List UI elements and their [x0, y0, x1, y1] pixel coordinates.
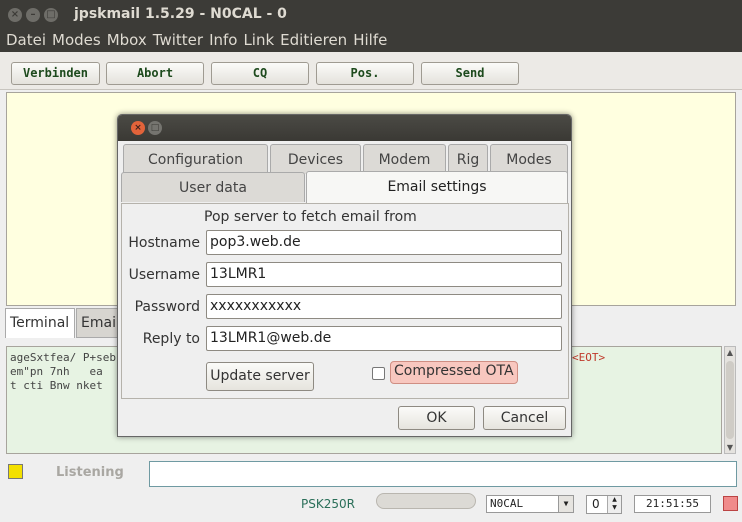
tab-modes[interactable]: Modes — [490, 144, 568, 174]
tab-rig[interactable]: Rig — [448, 144, 488, 174]
menu-bar: Datei Modes Mbox Twitter Info Link Editi… — [0, 30, 742, 52]
minimize-icon[interactable]: – — [26, 8, 40, 22]
eot-marker: <EOT> — [572, 351, 606, 364]
compressed-ota-label[interactable]: Compressed OTA — [390, 361, 518, 384]
menu-link[interactable]: Link — [243, 30, 274, 52]
settings-dialog: × □ Configuration Devices Modem Rig Mode… — [117, 114, 572, 437]
close-icon[interactable]: × — [8, 8, 22, 22]
spinner-value: 0 — [592, 497, 600, 511]
dialog-titlebar: × □ — [118, 115, 571, 141]
transmit-input[interactable] — [149, 461, 737, 487]
window-titlebar: × – □ jpskmail 1.5.29 - N0CAL - 0 — [0, 0, 742, 30]
replyto-field[interactable]: 13LMR1@web.de — [206, 326, 562, 351]
send-button[interactable]: Send — [421, 62, 519, 85]
password-label: Password — [134, 299, 200, 315]
ok-button[interactable]: OK — [398, 406, 475, 430]
chevron-down-icon[interactable]: ▼ — [558, 496, 573, 512]
callsign-select[interactable]: N0CAL ▼ — [486, 495, 574, 513]
tx-led — [723, 496, 738, 511]
compressed-ota-checkbox[interactable] — [372, 367, 385, 380]
channel-spinner[interactable]: 0 ▲ ▼ — [586, 495, 622, 514]
status-led — [8, 464, 23, 479]
menu-datei[interactable]: Datei — [6, 30, 46, 52]
maximize-icon[interactable]: □ — [44, 8, 58, 22]
tab-terminal[interactable]: Terminal — [5, 308, 75, 338]
scroll-up-icon[interactable]: ▲ — [725, 348, 735, 357]
cancel-button[interactable]: Cancel — [483, 406, 566, 430]
menu-hilfe[interactable]: Hilfe — [353, 30, 387, 52]
scroll-down-icon[interactable]: ▼ — [725, 443, 735, 452]
password-field[interactable]: xxxxxxxxxxx — [206, 294, 562, 319]
terminal-scrollbar[interactable]: ▲ ▼ — [724, 346, 736, 454]
clock-display: 21:51:55 — [634, 495, 711, 513]
hostname-field[interactable]: pop3.web.de — [206, 230, 562, 255]
tab-user-data[interactable]: User data — [121, 172, 305, 202]
tab-modem[interactable]: Modem — [363, 144, 446, 174]
hostname-label: Hostname — [128, 235, 200, 251]
progress-bar — [376, 493, 476, 509]
maximize-icon[interactable]: □ — [148, 121, 162, 135]
pop-server-label: Pop server to fetch email from — [204, 209, 417, 225]
window-title: jpskmail 1.5.29 - N0CAL - 0 — [74, 6, 287, 22]
modem-mode: PSK250R — [301, 497, 355, 511]
username-label: Username — [128, 267, 200, 283]
position-button[interactable]: Pos. — [316, 62, 414, 85]
tab-configuration[interactable]: Configuration — [123, 144, 268, 174]
tab-devices[interactable]: Devices — [270, 144, 361, 174]
menu-editieren[interactable]: Editieren — [280, 30, 347, 52]
connect-button[interactable]: Verbinden — [11, 62, 100, 85]
close-icon[interactable]: × — [131, 121, 145, 135]
toolbar: Verbinden Abort CQ Pos. Send — [0, 52, 742, 90]
tab-email-settings[interactable]: Email settings — [306, 171, 568, 204]
cq-button[interactable]: CQ — [211, 62, 309, 85]
spinner-arrows-icon[interactable]: ▲ ▼ — [607, 496, 621, 513]
username-field[interactable]: 13LMR1 — [206, 262, 562, 287]
menu-mbox[interactable]: Mbox — [107, 30, 147, 52]
menu-modes[interactable]: Modes — [52, 30, 101, 52]
menu-info[interactable]: Info — [209, 30, 237, 52]
window-controls: × – □ — [8, 8, 58, 22]
update-server-button[interactable]: Update server — [206, 362, 314, 391]
tab-email[interactable]: Email — [76, 308, 120, 338]
abort-button[interactable]: Abort — [106, 62, 204, 85]
scroll-thumb[interactable] — [726, 361, 734, 439]
callsign-value: N0CAL — [490, 497, 524, 510]
menu-twitter[interactable]: Twitter — [153, 30, 203, 52]
replyto-label: Reply to — [142, 331, 200, 347]
listening-status: Listening — [56, 465, 124, 480]
